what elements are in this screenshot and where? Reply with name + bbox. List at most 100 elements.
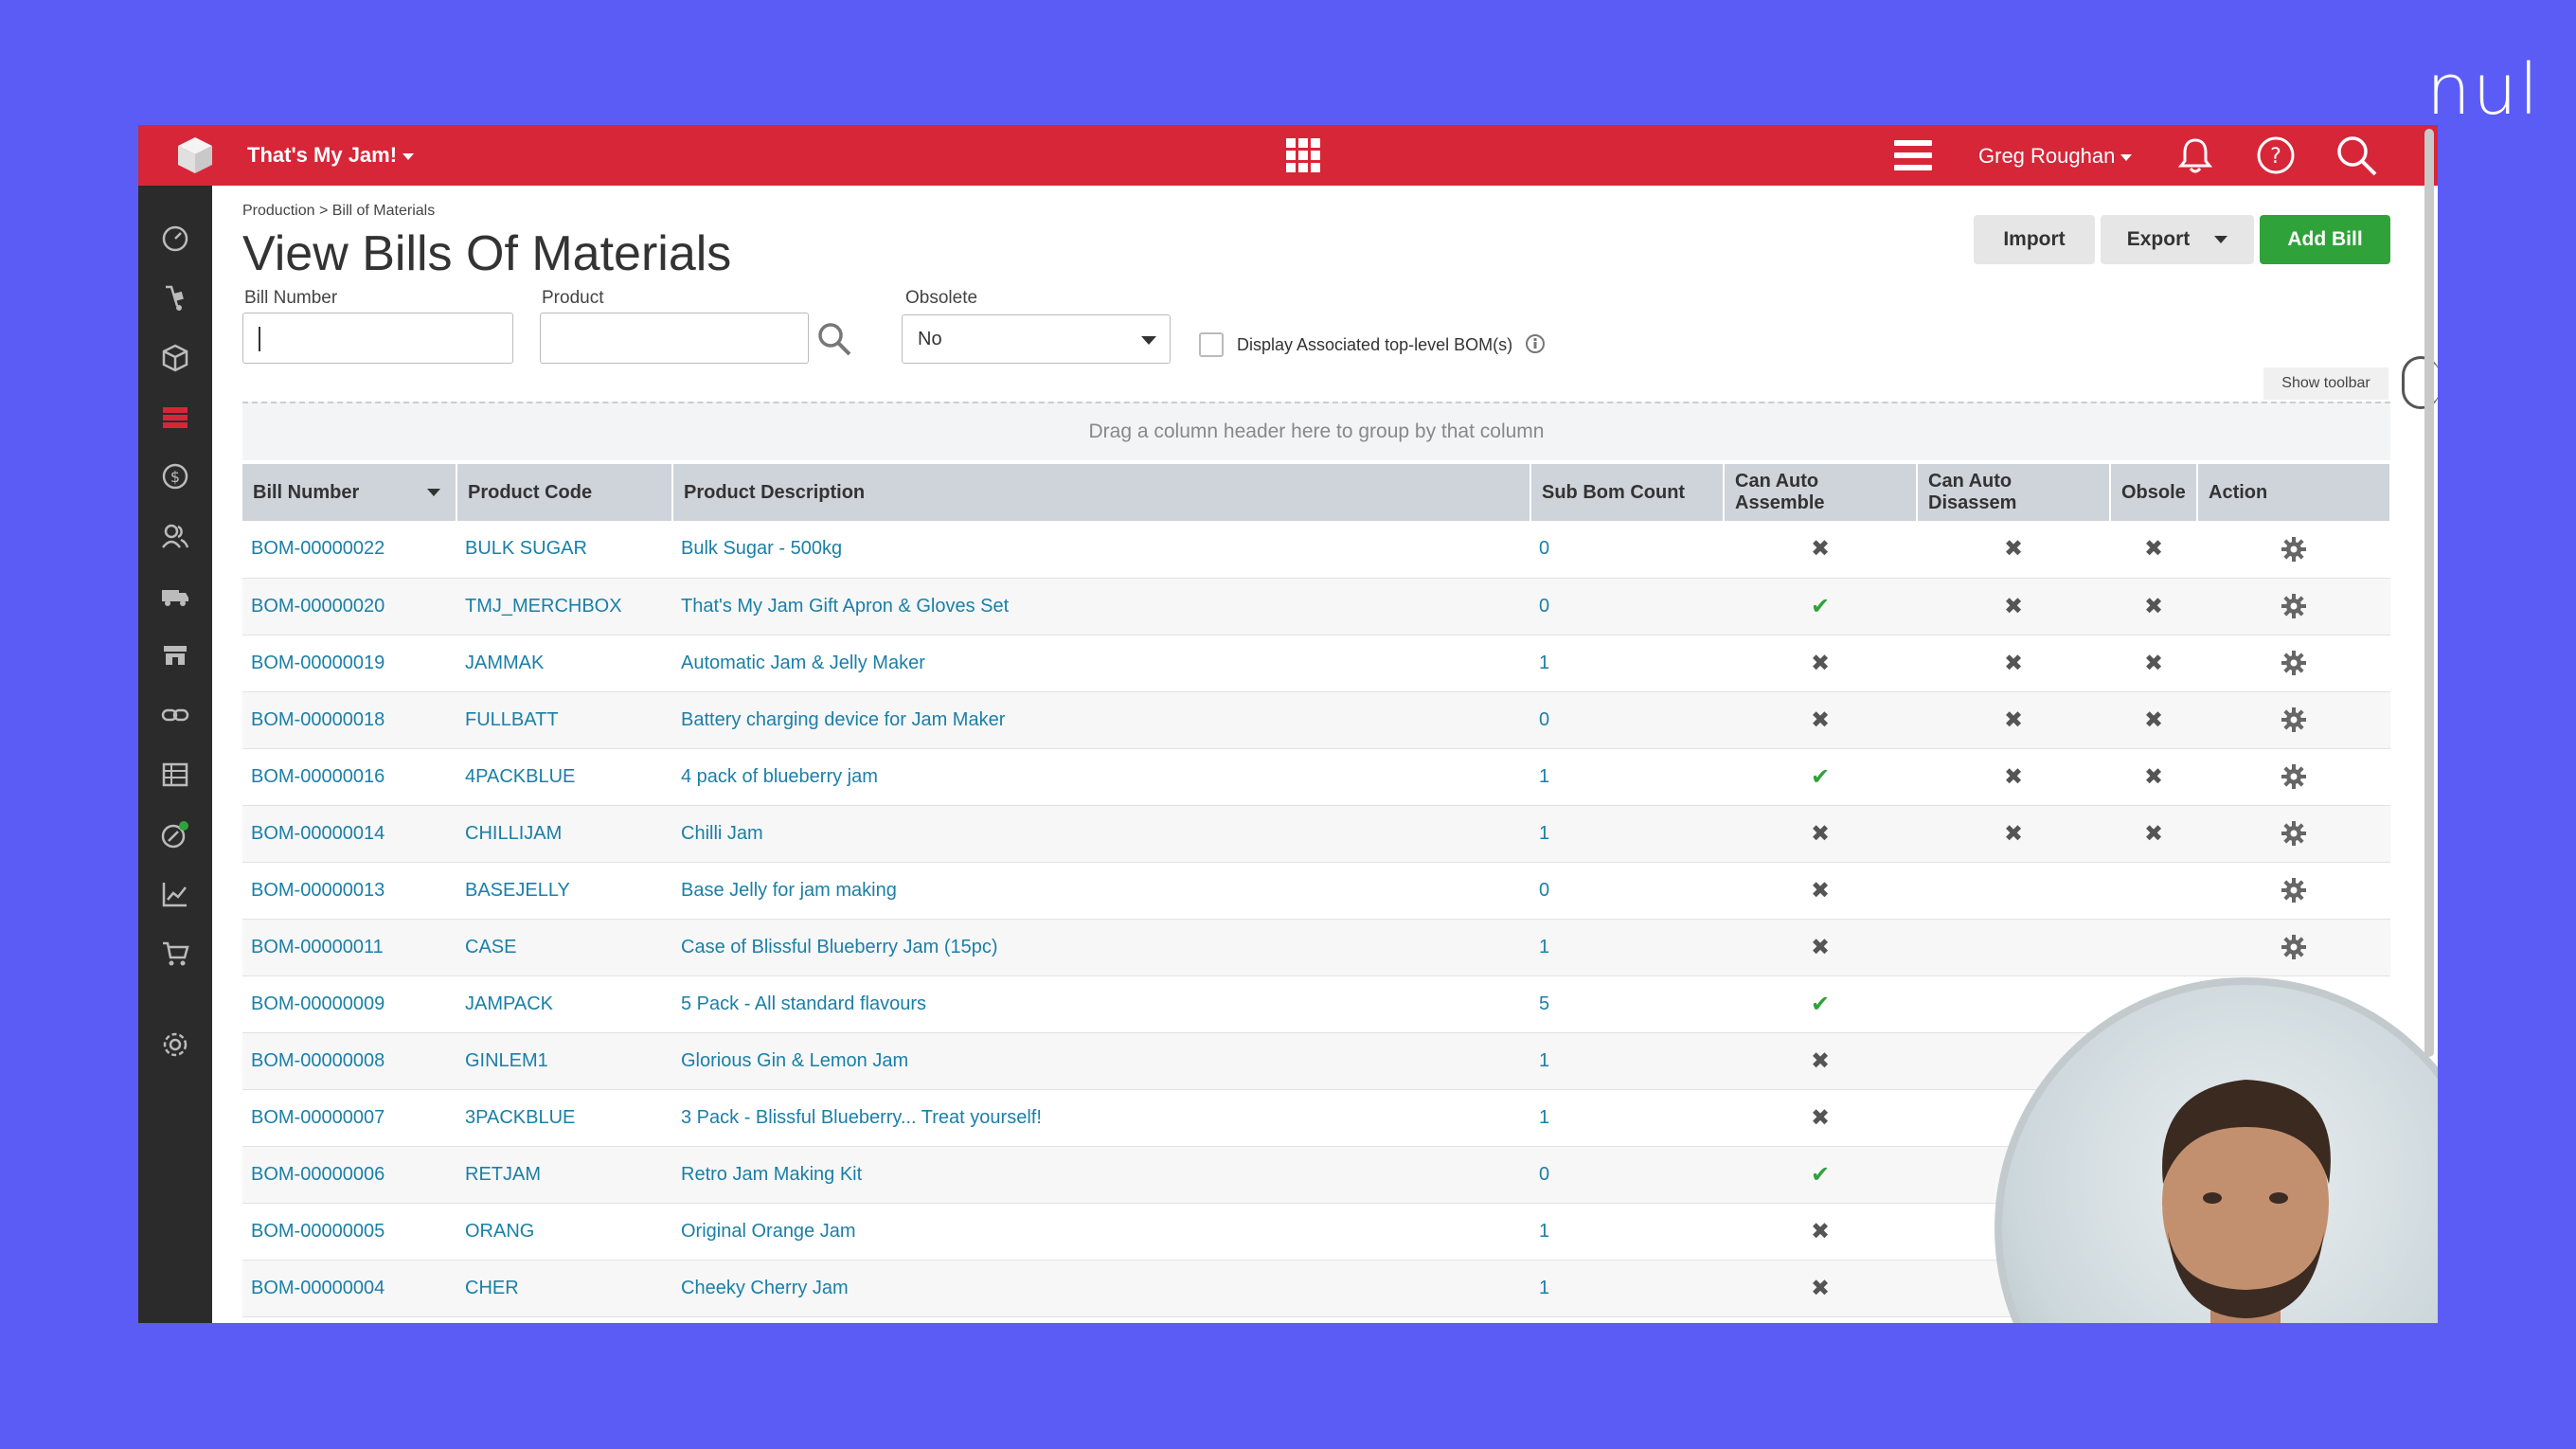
table-row[interactable]: BOM-00000011 CASE Case of Blissful Blueber…	[242, 919, 2390, 976]
sidebar-item-shipping[interactable]	[154, 575, 196, 617]
product-code-link[interactable]: JAMMAK	[456, 635, 672, 692]
product-description-link[interactable]: 4 pack of blueberry jam	[672, 748, 1530, 806]
gear-icon[interactable]	[2281, 593, 2307, 619]
product-description-link[interactable]: Original Orange Jam	[672, 1203, 1530, 1261]
product-code-link[interactable]: FULLBATT	[456, 691, 672, 749]
column-header[interactable]: Can Auto Assemble	[1724, 464, 1918, 521]
sidebar-item-purchasing[interactable]	[154, 933, 196, 975]
sidebar-item-integrations[interactable]	[154, 694, 196, 736]
column-header[interactable]: Action	[2197, 464, 2391, 521]
product-code-link[interactable]: TMJ_MERCHBOX	[456, 578, 672, 635]
product-description-link[interactable]: Bulk Sugar - 500kg	[672, 521, 1530, 579]
add-bill-button[interactable]: Add Bill	[2260, 215, 2390, 264]
obsolete-select[interactable]: No	[902, 314, 1171, 364]
list-menu-icon[interactable]	[1892, 136, 1934, 174]
gear-icon[interactable]	[2281, 763, 2307, 790]
product-code-link[interactable]: BASEJELLY	[456, 862, 672, 920]
bill-number-link[interactable]: BOM-00000007	[242, 1089, 456, 1147]
product-code-link[interactable]: RETJAM	[456, 1146, 672, 1204]
sidebar-item-analytics[interactable]	[154, 814, 196, 855]
gear-icon[interactable]	[2281, 650, 2307, 676]
product-code-link[interactable]: GINLEM1	[456, 1032, 672, 1090]
bill-number-link[interactable]: BOM-00000014	[242, 805, 456, 863]
sort-caret-icon[interactable]	[427, 489, 440, 496]
breadcrumb[interactable]: Production > Bill of Materials	[242, 203, 435, 220]
gear-icon[interactable]	[2281, 820, 2307, 847]
search-icon[interactable]	[2334, 133, 2379, 178]
table-row[interactable]: BOM-00000009 JAMPACK 5 Pack - All standard…	[242, 975, 2390, 1033]
product-code-link[interactable]: 4PACKBLUE	[456, 748, 672, 806]
company-switcher[interactable]: That's My Jam!	[247, 143, 415, 168]
bill-number-link[interactable]: BOM-00000020	[242, 578, 456, 635]
sidebar-item-reports-table[interactable]	[154, 754, 196, 796]
product-code-link[interactable]: ORANG	[456, 1203, 672, 1261]
vertical-scrollbar[interactable]	[2424, 129, 2434, 1057]
bill-number-input[interactable]	[242, 313, 513, 364]
product-code-link[interactable]: CASE	[456, 919, 672, 976]
cube-logo-icon[interactable]	[174, 134, 216, 176]
bill-number-link[interactable]: BOM-00000013	[242, 862, 456, 920]
sidebar-item-reports[interactable]	[154, 873, 196, 915]
product-description-link[interactable]: Base Jelly for jam making	[672, 862, 1530, 920]
bill-number-link[interactable]: BOM-00000008	[242, 1032, 456, 1090]
search-icon[interactable]	[815, 320, 853, 358]
bill-number-link[interactable]: BOM-00000016	[242, 748, 456, 806]
sidebar-item-production[interactable]	[154, 396, 196, 438]
product-code-link[interactable]: BULK SUGAR	[456, 521, 672, 579]
product-code-link[interactable]: 3PACKBLUE	[456, 1089, 672, 1147]
sidebar-item-finance[interactable]: $	[154, 456, 196, 497]
table-row[interactable]: BOM-00000020 TMJ_MERCHBOX That's My Jam Gi…	[242, 578, 2390, 635]
product-description-link[interactable]: Automatic Jam & Jelly Maker	[672, 635, 1530, 692]
bill-number-link[interactable]: BOM-00000018	[242, 691, 456, 749]
bill-number-link[interactable]: BOM-00000004	[242, 1260, 456, 1317]
product-code-link[interactable]: CHER	[456, 1260, 672, 1317]
apps-grid-icon[interactable]	[1282, 134, 1324, 176]
bill-number-link[interactable]: BOM-00000009	[242, 975, 456, 1033]
gear-icon[interactable]	[2281, 877, 2307, 903]
gear-icon[interactable]	[2281, 934, 2307, 960]
gear-icon[interactable]	[2281, 707, 2307, 733]
info-icon[interactable]	[1525, 333, 1546, 354]
column-header[interactable]: Obsole	[2110, 464, 2198, 521]
product-description-link[interactable]: 3 Pack - Blissful Blueberry... Treat you…	[672, 1089, 1530, 1147]
column-header[interactable]: Sub Bom Count	[1530, 464, 1725, 521]
table-row[interactable]: BOM-00000016 4PACKBLUE 4 pack of blueberry…	[242, 748, 2390, 806]
bill-number-link[interactable]: BOM-00000019	[242, 635, 456, 692]
sidebar-item-settings[interactable]	[154, 1024, 196, 1065]
gear-icon[interactable]	[2281, 536, 2307, 563]
bell-icon[interactable]	[2174, 134, 2216, 176]
bill-number-link[interactable]: BOM-00000022	[242, 521, 456, 579]
user-menu[interactable]: Greg Roughan	[1978, 144, 2133, 169]
product-description-link[interactable]: That's My Jam Gift Apron & Gloves Set	[672, 578, 1530, 635]
bill-number-link[interactable]: BOM-00000011	[242, 919, 456, 976]
table-row[interactable]: BOM-00000013 BASEJELLY Base Jelly for jam …	[242, 862, 2390, 920]
sidebar-item-store[interactable]	[154, 635, 196, 676]
bill-number-link[interactable]: BOM-00000005	[242, 1203, 456, 1261]
product-code-link[interactable]: CHILLIJAM	[456, 805, 672, 863]
group-by-drop-area[interactable]: Drag a column header here to group by th…	[242, 402, 2390, 460]
export-button[interactable]: Export	[2101, 215, 2254, 264]
table-row[interactable]: BOM-00000014 CHILLIJAM Chilli Jam 1 ✖ ✖ ✖	[242, 805, 2390, 863]
bill-number-link[interactable]: BOM-00000006	[242, 1146, 456, 1204]
sidebar-item-sell[interactable]	[154, 277, 196, 319]
import-button[interactable]: Import	[1974, 215, 2095, 264]
help-icon[interactable]: ?	[2255, 134, 2297, 176]
column-header[interactable]: Product Code	[456, 464, 673, 521]
product-description-link[interactable]: Battery charging device for Jam Maker	[672, 691, 1530, 749]
column-header[interactable]: Product Description	[672, 464, 1531, 521]
product-description-link[interactable]: Case of Blissful Blueberry Jam (15pc)	[672, 919, 1530, 976]
sidebar-item-dashboard[interactable]	[154, 218, 196, 259]
sidebar-item-inventory[interactable]	[154, 337, 196, 379]
column-header[interactable]: Can Auto Disassem	[1917, 464, 2111, 521]
table-row[interactable]: BOM-00000022 BULK SUGAR Bulk Sugar - 500kg…	[242, 521, 2390, 579]
table-row[interactable]: BOM-00000019 JAMMAK Automatic Jam & Jelly …	[242, 635, 2390, 692]
sidebar-item-customers[interactable]	[154, 515, 196, 557]
product-input[interactable]	[540, 313, 809, 364]
product-description-link[interactable]: Retro Jam Making Kit	[672, 1146, 1530, 1204]
product-description-link[interactable]: Chilli Jam	[672, 805, 1530, 863]
display-associated-checkbox[interactable]	[1199, 332, 1224, 357]
product-code-link[interactable]: JAMPACK	[456, 975, 672, 1033]
table-row[interactable]: BOM-00000018 FULLBATT Battery charging dev…	[242, 691, 2390, 749]
column-header[interactable]: Bill Number	[242, 464, 457, 521]
product-description-link[interactable]: 5 Pack - All standard flavours	[672, 975, 1530, 1033]
